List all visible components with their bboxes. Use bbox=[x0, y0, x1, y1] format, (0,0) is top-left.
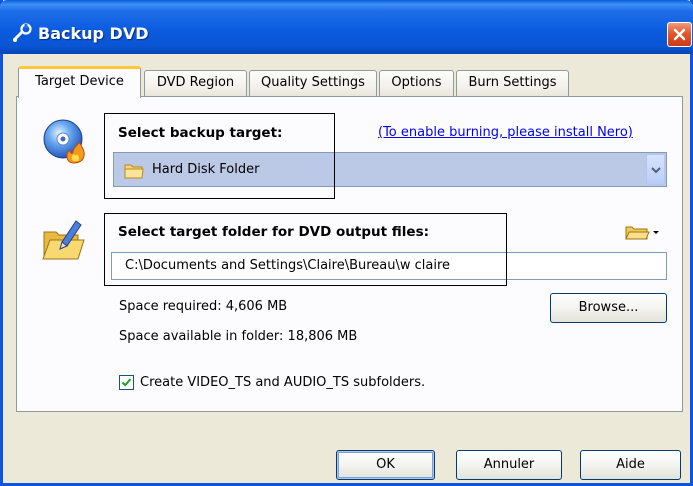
space-available-text: Space available in folder: 18,806 MB bbox=[119, 329, 358, 344]
tab-options[interactable]: Options bbox=[379, 70, 454, 96]
folder-pen-icon bbox=[42, 220, 85, 260]
chevron-down-icon bbox=[651, 167, 661, 174]
backup-target-value: Hard Disk Folder bbox=[152, 162, 260, 177]
create-subfolders-label: Create VIDEO_TS and AUDIO_TS subfolders. bbox=[140, 375, 426, 390]
tab-quality-settings[interactable]: Quality Settings bbox=[249, 70, 377, 96]
title-bar[interactable]: Backup DVD bbox=[0, 0, 693, 54]
checkmark-icon bbox=[121, 378, 132, 387]
ok-button[interactable]: OK bbox=[336, 450, 435, 480]
output-folder-input[interactable]: C:\Documents and Settings\Claire\Bureau\… bbox=[111, 252, 667, 280]
create-subfolders-checkbox[interactable] bbox=[119, 375, 134, 390]
dvd-wrench-icon bbox=[13, 23, 32, 42]
select-target-folder-label: Select target folder for DVD output file… bbox=[118, 224, 430, 240]
folder-dropdown-icon[interactable] bbox=[625, 224, 663, 240]
help-button[interactable]: Aide bbox=[580, 450, 681, 480]
backup-target-select[interactable]: Hard Disk Folder bbox=[113, 152, 667, 187]
browse-button[interactable]: Browse... bbox=[550, 293, 667, 323]
dropdown-arrow-button[interactable] bbox=[646, 154, 665, 185]
space-required-text: Space required: 4,606 MB bbox=[119, 299, 288, 314]
install-nero-link[interactable]: (To enable burning, please install Nero) bbox=[378, 125, 633, 140]
tab-burn-settings[interactable]: Burn Settings bbox=[456, 70, 569, 96]
folder-icon bbox=[124, 164, 144, 179]
tab-target-device[interactable]: Target Device bbox=[18, 66, 141, 98]
close-icon bbox=[673, 28, 686, 41]
tab-dvd-region[interactable]: DVD Region bbox=[144, 70, 247, 96]
select-backup-target-label: Select backup target: bbox=[118, 125, 283, 141]
burn-disc-icon bbox=[43, 119, 85, 164]
backup-dvd-window: Backup DVD Target Device DVD Region Qual… bbox=[0, 0, 693, 486]
close-button[interactable] bbox=[667, 22, 692, 47]
window-title: Backup DVD bbox=[38, 24, 149, 43]
cancel-button[interactable]: Annuler bbox=[456, 450, 562, 480]
